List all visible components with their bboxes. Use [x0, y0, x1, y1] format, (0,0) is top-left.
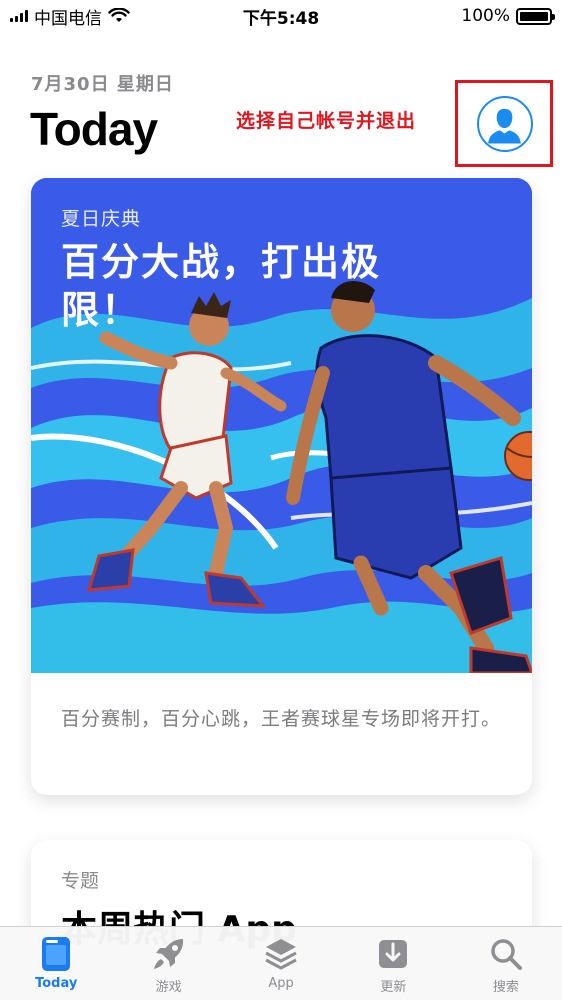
signal-icon — [10, 10, 28, 22]
collection-card-eyebrow: 专题 — [61, 870, 100, 892]
carrier-label: 中国电信 — [34, 8, 102, 29]
wifi-icon — [108, 8, 130, 22]
rocket-icon — [153, 939, 183, 969]
story-card-eyebrow: 夏日庆典 — [61, 208, 142, 230]
story-card-hero: 夏日庆典 百分大战，打出极限！ — [31, 178, 532, 673]
page-date: 7月30日 星期日 — [31, 74, 174, 95]
battery-percent: 100% — [461, 6, 511, 26]
account-button[interactable] — [477, 96, 533, 152]
search-icon — [491, 939, 522, 970]
clock: 下午5:48 — [242, 8, 320, 29]
layers-icon — [265, 939, 297, 970]
tab-today[interactable]: Today — [0, 927, 112, 1000]
tab-games[interactable]: 游戏 — [112, 927, 224, 1000]
tab-apps-label: App — [268, 976, 294, 991]
tab-search[interactable]: 搜索 — [450, 927, 562, 1000]
tab-apps[interactable]: App — [225, 927, 337, 1000]
page-title: Today — [30, 103, 158, 155]
today-icon — [42, 937, 71, 971]
tab-search-label: 搜索 — [492, 980, 519, 995]
tab-games-label: 游戏 — [155, 980, 182, 995]
tab-today-label: Today — [35, 976, 78, 991]
story-card[interactable]: 夏日庆典 百分大战，打出极限！ 百分赛制，百分心跳，王者赛球星专场即将开打。 — [31, 178, 532, 795]
tab-bar: Today 游戏 App 更新 搜索 — [0, 926, 562, 1000]
story-card-description: 百分赛制，百分心跳，王者赛球星专场即将开打。 — [61, 708, 502, 730]
tab-updates-label: 更新 — [380, 980, 407, 995]
annotation-instruction: 选择自己帐号并退出 — [236, 110, 417, 132]
download-icon — [379, 940, 408, 968]
story-card-headline: 百分大战，打出极限！ — [61, 240, 382, 332]
person-icon — [488, 108, 521, 144]
battery-icon — [516, 7, 556, 25]
status-bar: 中国电信 下午5:48 100% — [0, 0, 562, 32]
tab-updates[interactable]: 更新 — [337, 927, 449, 1000]
